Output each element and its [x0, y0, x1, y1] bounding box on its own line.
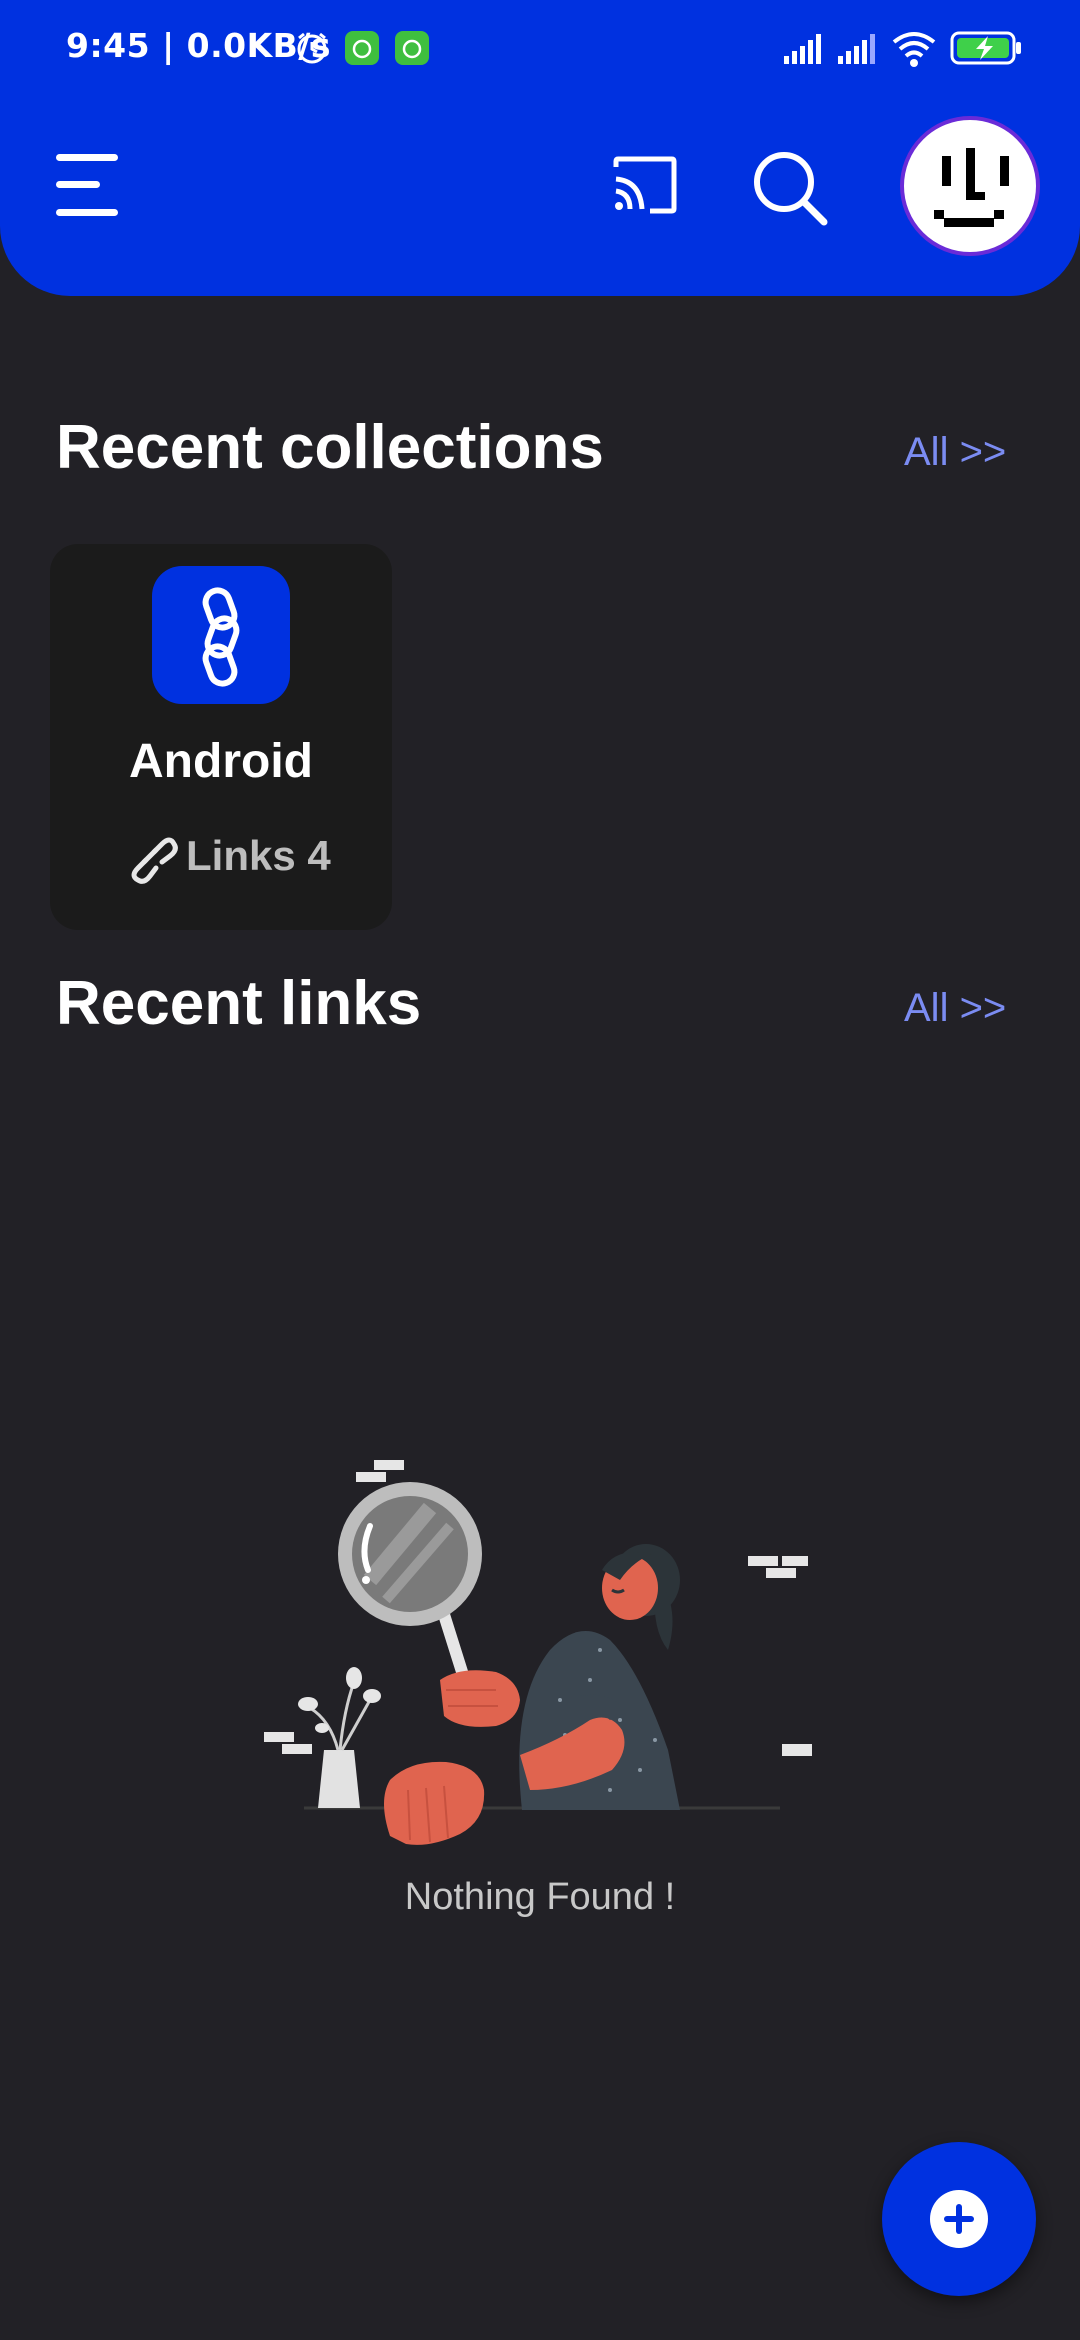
pixel-face-icon [934, 148, 1009, 227]
status-time: 9:45 | 0.0KB/s [66, 26, 331, 65]
search-icon [754, 152, 828, 226]
signal-icon [784, 34, 821, 64]
link-icon [131, 837, 178, 884]
links-count-label: Links 4 [186, 832, 331, 879]
app-notification-icon [345, 31, 379, 65]
cast-button[interactable] [610, 155, 680, 215]
battery-charging-icon [950, 31, 1021, 65]
menu-button[interactable] [52, 150, 122, 220]
chain-icon [202, 587, 240, 687]
collections-all-link[interactable]: All >> [904, 430, 1006, 475]
recent-collections-title: Recent collections [56, 413, 604, 482]
wifi-icon [892, 32, 936, 67]
add-button[interactable] [882, 2142, 1036, 2296]
empty-state-text: Nothing Found ! [404, 1876, 676, 1918]
collection-icon [152, 566, 290, 704]
status-bar: 9:45 | 0.0KB/s [0, 0, 1080, 96]
alarm-icon [297, 32, 327, 64]
menu-icon [56, 154, 118, 216]
signal-icon-2 [838, 34, 875, 64]
collection-links-count: Links 4 [120, 826, 331, 886]
user-avatar[interactable] [900, 116, 1040, 256]
collection-name: Android [129, 735, 313, 788]
app-notification-icon-2 [395, 31, 429, 65]
cast-icon [613, 156, 677, 214]
collection-card-android[interactable]: Android Links 4 [50, 544, 392, 930]
links-all-link[interactable]: All >> [904, 986, 1006, 1031]
plus-icon [930, 2190, 988, 2248]
nothing-found-illustration [264, 1460, 812, 1845]
recent-links-title: Recent links [56, 969, 422, 1038]
search-button[interactable] [750, 148, 830, 228]
